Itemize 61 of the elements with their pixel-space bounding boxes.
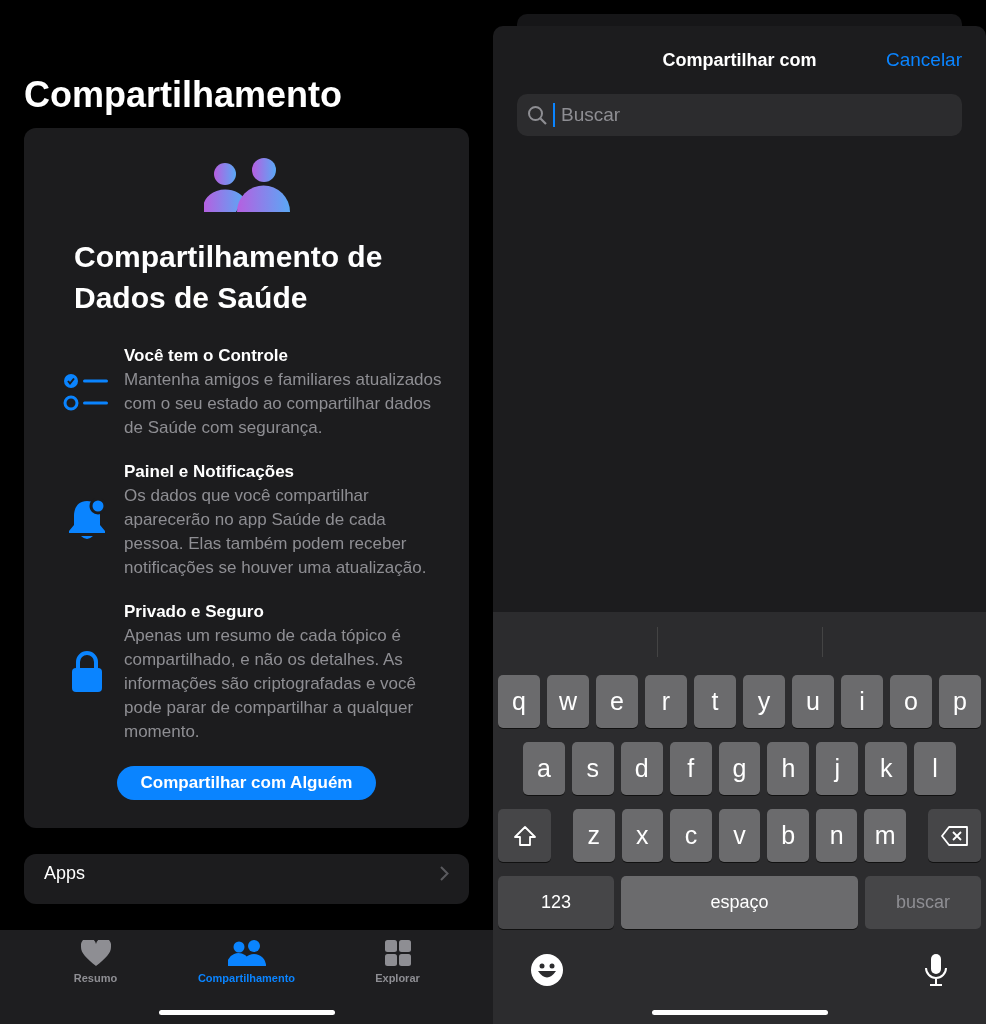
- key[interactable]: n: [815, 809, 858, 862]
- key[interactable]: v: [718, 809, 761, 862]
- key[interactable]: i: [841, 675, 883, 728]
- numbers-key[interactable]: 123: [498, 876, 614, 929]
- tab[interactable]: Explorar: [327, 938, 468, 987]
- grid-icon: [384, 940, 411, 966]
- share-button[interactable]: Compartilhar com Alguém: [116, 766, 377, 800]
- shift-key[interactable]: [498, 809, 551, 862]
- feature-title: Privado e Seguro: [124, 601, 265, 623]
- key[interactable]: x: [621, 809, 664, 862]
- key[interactable]: d: [620, 742, 663, 795]
- space-key[interactable]: espaço: [621, 876, 858, 929]
- chevron-right-icon: [440, 865, 449, 881]
- delete-key[interactable]: [928, 809, 981, 862]
- key[interactable]: s: [571, 742, 614, 795]
- checklist-icon: [63, 372, 111, 412]
- delete-icon: [940, 825, 969, 846]
- key[interactable]: e: [596, 675, 638, 728]
- key[interactable]: u: [792, 675, 834, 728]
- emoji-icon: [531, 954, 563, 986]
- heart-icon: [80, 940, 111, 966]
- feature-title: Painel e Notificações: [124, 461, 296, 483]
- search-icon: [527, 105, 547, 125]
- page-title: Compartilhamento: [24, 73, 344, 117]
- card-heading: Compartilhamento de Dados de Saúde: [74, 239, 384, 316]
- key[interactable]: h: [767, 742, 810, 795]
- tab[interactable]: Resumo: [25, 938, 166, 987]
- key[interactable]: k: [865, 742, 908, 795]
- search-input[interactable]: Buscar: [561, 100, 952, 130]
- key[interactable]: l: [914, 742, 956, 795]
- cancel-button[interactable]: Cancelar: [885, 45, 962, 75]
- tab[interactable]: Compartilhamento: [176, 938, 317, 987]
- text-cursor: [553, 103, 555, 127]
- people-icon: [227, 940, 266, 966]
- feature-description: Os dados que você compartilhar aparecerão no app Saúde de cada pessoa. Elas também podem receber notificações se houver uma atualização.: [124, 485, 428, 579]
- key[interactable]: p: [939, 675, 981, 728]
- microphone-icon: [924, 953, 948, 987]
- key[interactable]: z: [573, 809, 615, 862]
- bell-icon: [67, 498, 107, 542]
- key[interactable]: f: [669, 742, 712, 795]
- key[interactable]: o: [890, 675, 932, 728]
- shift-icon: [512, 824, 537, 847]
- key[interactable]: r: [645, 675, 687, 728]
- key[interactable]: q: [498, 675, 540, 728]
- key[interactable]: w: [547, 675, 589, 728]
- key[interactable]: c: [670, 809, 712, 862]
- key[interactable]: y: [743, 675, 785, 728]
- lock-icon: [71, 651, 103, 693]
- feature-description: Apenas um resumo de cada tópico é compartilhado, e não os detalhes. As informações são criptografadas e você pode parar de compartilhar a qualquer momento.: [124, 625, 417, 743]
- feature-title: Você tem o Controle: [124, 345, 290, 367]
- sheet-title: Compartilhar com: [662, 48, 817, 72]
- feature-description: Mantenha amigos e familiares atualizados com o seu estado ao compartilhar dados de Saúde com segurança.: [124, 369, 443, 439]
- key[interactable]: g: [718, 742, 761, 795]
- key[interactable]: b: [767, 809, 809, 862]
- apps-row[interactable]: Apps: [24, 854, 469, 904]
- key[interactable]: m: [864, 809, 907, 862]
- key[interactable]: a: [523, 742, 565, 795]
- key[interactable]: j: [816, 742, 859, 795]
- row-label: Apps: [44, 862, 86, 884]
- key[interactable]: t: [694, 675, 736, 728]
- search-field[interactable]: Buscar: [517, 94, 962, 136]
